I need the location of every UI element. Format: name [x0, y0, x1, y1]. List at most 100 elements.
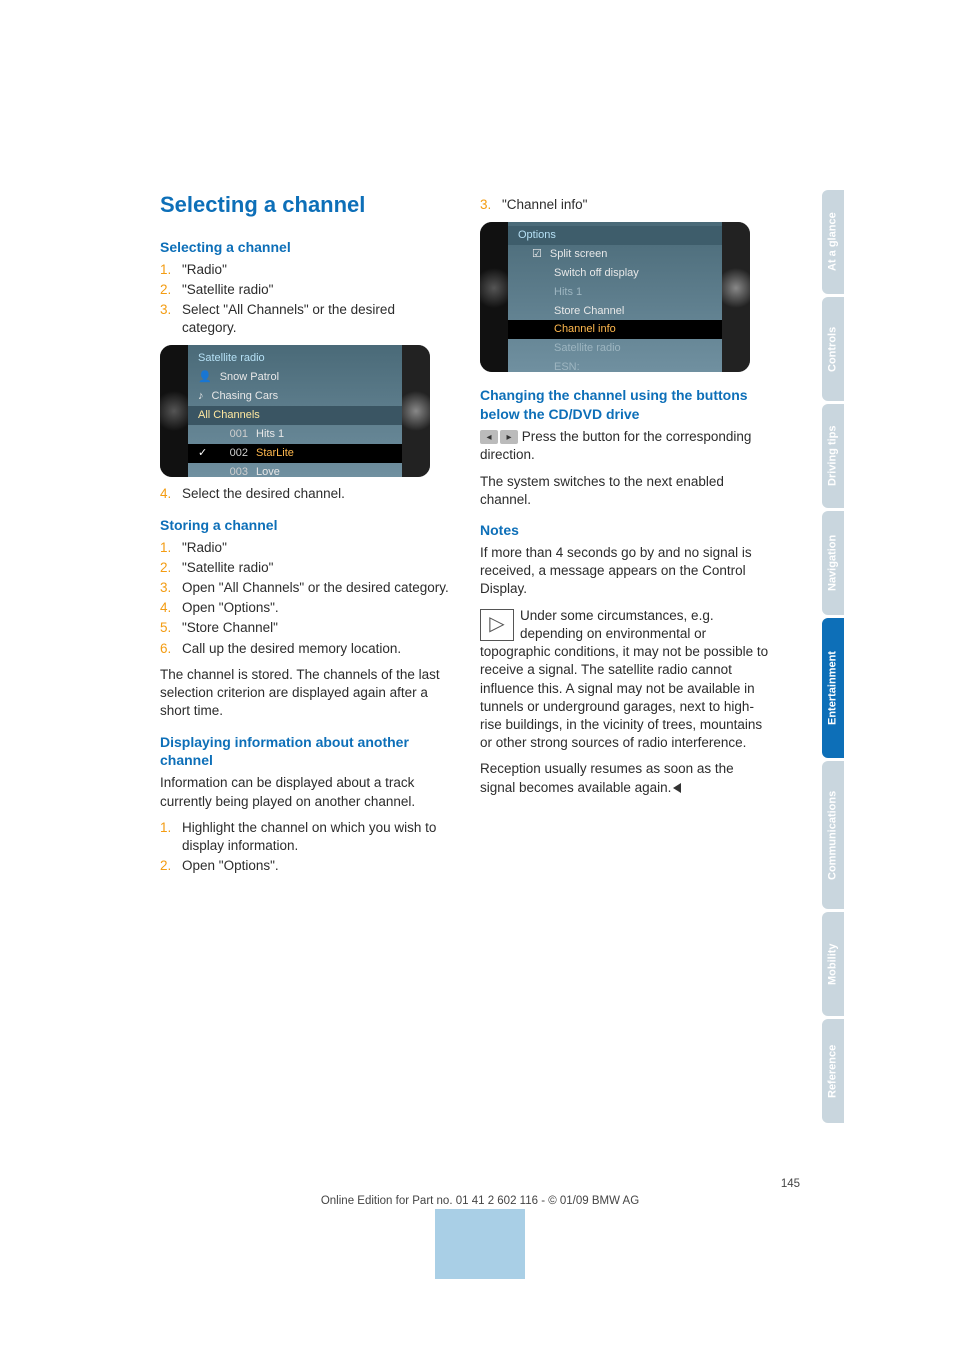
step-text: "Store Channel" — [182, 619, 278, 637]
option-text: ESN: — [554, 360, 580, 372]
next-track-icon: ▸ — [500, 430, 518, 444]
tab-driving-tips[interactable]: Driving tips — [822, 404, 844, 508]
channel-number: 002 — [218, 446, 248, 461]
main-heading: Selecting a channel — [160, 190, 450, 220]
nowplaying-row: ♪ Chasing Cars — [188, 387, 402, 406]
step-text: Open "Options". — [182, 857, 279, 875]
page: Selecting a channel Selecting a channel … — [0, 0, 954, 1350]
page-footer: 145 Online Edition for Part no. 01 41 2 … — [160, 1177, 800, 1210]
step-number: 3. — [480, 196, 502, 214]
screen-inner: Options ☑ Split screen Switch off display H… — [508, 222, 722, 372]
track-icon: ♪ — [198, 389, 204, 404]
step-number: 1. — [160, 539, 182, 557]
list-item: 1."Radio" — [160, 539, 450, 557]
steps-storing: 1."Radio" 2."Satellite radio" 3.Open "All … — [160, 539, 450, 658]
screenshot-options: Options ☑ Split screen Switch off display H… — [480, 222, 750, 372]
end-mark-icon — [673, 783, 681, 793]
step-number: 3. — [160, 301, 182, 337]
tab-mobility[interactable]: Mobility — [822, 912, 844, 1016]
sub-heading-display-info: Displaying information about another cha… — [160, 733, 450, 771]
sub-heading-storing: Storing a channel — [160, 516, 450, 535]
step-number: 2. — [160, 281, 182, 299]
tab-at-a-glance[interactable]: At a glance — [822, 190, 844, 294]
paragraph: The system switches to the next enabled … — [480, 473, 770, 509]
steps-selecting-cont: 4.Select the desired channel. — [160, 485, 450, 503]
sub-heading-changing-channel: Changing the channel using the buttons b… — [480, 386, 770, 424]
prev-track-icon: ◂ — [480, 430, 498, 444]
step-text: "Radio" — [182, 261, 227, 279]
screenshot-satellite-radio: Satellite radio 👤 Snow Patrol ♪ Chasing … — [160, 345, 430, 477]
section-row: All Channels — [188, 406, 402, 425]
tab-reference[interactable]: Reference — [822, 1019, 844, 1123]
footer-line: Online Edition for Part no. 01 41 2 602 … — [160, 1194, 800, 1210]
caution-icon: ▷ — [480, 609, 514, 641]
option-row: Switch off display — [508, 264, 722, 283]
channel-number: 003 — [218, 465, 248, 478]
screen-inner: Satellite radio 👤 Snow Patrol ♪ Chasing … — [188, 345, 402, 477]
option-row: Hits 1 — [508, 283, 722, 302]
step-number: 3. — [160, 579, 182, 597]
step-text: Call up the desired memory location. — [182, 640, 401, 658]
list-item: 3.Open "All Channels" or the desired cat… — [160, 579, 450, 597]
tab-controls[interactable]: Controls — [822, 297, 844, 401]
channel-name: Love — [256, 465, 280, 478]
steps-display-info-cont: 3."Channel info" — [480, 196, 770, 214]
list-item: 2."Satellite radio" — [160, 281, 450, 299]
section-tabs: At a glance Controls Driving tips Navigatio… — [822, 190, 844, 1195]
paragraph: ◂ ▸ Press the button for the correspondi… — [480, 428, 770, 465]
nowplaying-row: 👤 Snow Patrol — [188, 368, 402, 387]
step-text: "Satellite radio" — [182, 559, 273, 577]
paragraph: The channel is stored. The channels of t… — [160, 666, 450, 721]
sub-heading-selecting: Selecting a channel — [160, 238, 450, 257]
option-text: Switch off display — [554, 266, 639, 281]
idrive-knob-right-icon — [722, 222, 750, 372]
check-icon: ✓ — [198, 446, 210, 461]
list-item: 2."Satellite radio" — [160, 559, 450, 577]
option-text: Hits 1 — [554, 285, 582, 300]
steps-display-info: 1.Highlight the channel on which you wis… — [160, 819, 450, 876]
step-number: 5. — [160, 619, 182, 637]
right-column: 3."Channel info" Options ☑ Split screen Sw… — [480, 190, 770, 883]
tab-entertainment[interactable]: Entertainment — [822, 618, 844, 758]
idrive-knob-right-icon — [402, 345, 430, 477]
list-item: 1."Radio" — [160, 261, 450, 279]
paragraph: Information can be displayed about a tra… — [160, 774, 450, 810]
list-item: 6.Call up the desired memory location. — [160, 640, 450, 658]
sub-heading-notes: Notes — [480, 521, 770, 540]
list-item: 2.Open "Options". — [160, 857, 450, 875]
footer-bar-icon — [435, 1209, 525, 1279]
option-text: Satellite radio — [554, 341, 621, 356]
option-row: Channel info — [508, 320, 722, 339]
option-text: Split screen — [550, 247, 607, 262]
list-item: 3."Channel info" — [480, 196, 770, 214]
paragraph: Reception usually resumes as soon as the… — [480, 760, 770, 796]
step-number: 2. — [160, 559, 182, 577]
step-text: Open "Options". — [182, 599, 279, 617]
channel-row: ✓001Hits 1 — [188, 425, 402, 444]
content-columns: Selecting a channel Selecting a channel … — [160, 190, 800, 883]
left-column: Selecting a channel Selecting a channel … — [160, 190, 450, 883]
channel-row: ✓002StarLite — [188, 444, 402, 463]
idrive-knob-left-icon — [480, 222, 508, 372]
check-icon: ☑ — [532, 247, 542, 262]
page-number: 145 — [160, 1177, 800, 1193]
step-text: Select "All Channels" or the desired cat… — [182, 301, 450, 337]
list-item: 1.Highlight the channel on which you wis… — [160, 819, 450, 855]
caution-paragraph: ▷ Under some circumstances, e.g. dependi… — [480, 607, 770, 753]
tab-communications[interactable]: Communications — [822, 761, 844, 909]
step-text: Highlight the channel on which you wish … — [182, 819, 450, 855]
step-number: 1. — [160, 819, 182, 855]
screen-title: Options — [508, 226, 722, 245]
step-number: 6. — [160, 640, 182, 658]
tab-navigation[interactable]: Navigation — [822, 511, 844, 615]
list-item: 3.Select "All Channels" or the desired c… — [160, 301, 450, 337]
idrive-knob-left-icon — [160, 345, 188, 477]
option-row: Satellite radio — [508, 339, 722, 358]
option-text: Store Channel — [554, 304, 624, 319]
paragraph: If more than 4 seconds go by and no sign… — [480, 544, 770, 599]
step-text: "Satellite radio" — [182, 281, 273, 299]
option-row: ☑ Split screen — [508, 245, 722, 264]
step-number: 1. — [160, 261, 182, 279]
step-number: 4. — [160, 599, 182, 617]
step-number: 4. — [160, 485, 182, 503]
